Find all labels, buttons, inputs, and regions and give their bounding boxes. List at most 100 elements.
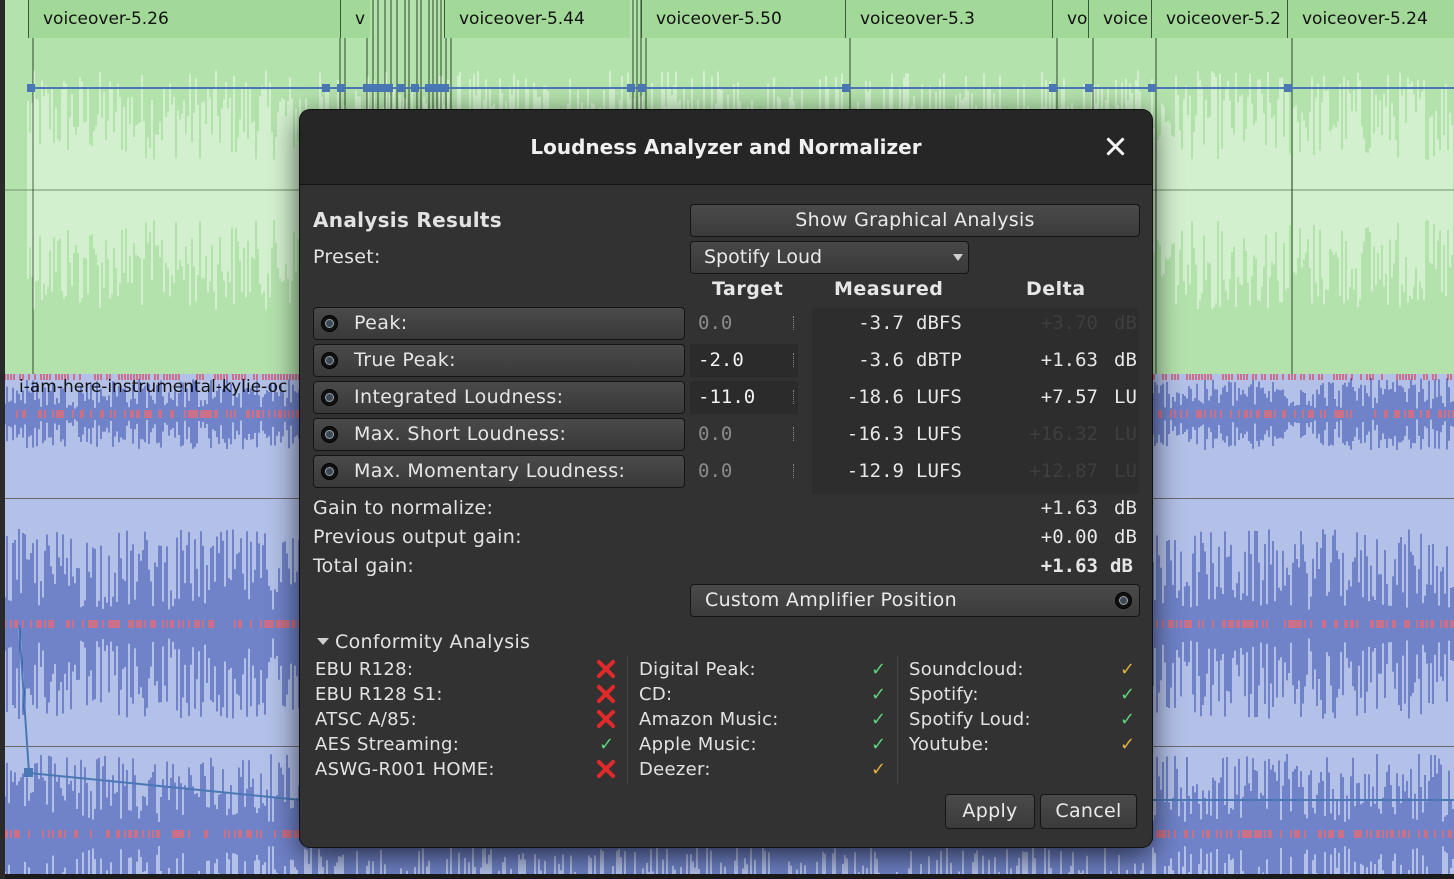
target-value: -2.0	[698, 349, 744, 371]
pass-check-icon: ✓	[599, 734, 615, 755]
spinner-icon[interactable]	[793, 316, 796, 330]
peak-delta-unit: dB	[1114, 312, 1137, 334]
true-peak-delta: +1.63	[1040, 349, 1098, 371]
pass-check-icon: ✓	[871, 709, 887, 730]
conformity-label: CD:	[639, 684, 673, 705]
close-icon[interactable]	[1102, 134, 1128, 160]
integrated-loudness-delta-unit: LU	[1114, 386, 1137, 408]
gain-to-normalize-unit: dB	[1114, 497, 1137, 519]
warn-check-icon: ✓	[871, 759, 887, 780]
max-momentary-loudness-measured: -12.9	[846, 460, 904, 482]
column-separator	[627, 656, 628, 784]
previous-output-gain-unit: dB	[1114, 526, 1137, 548]
max-momentary-loudness-label: Max. Momentary Loudness:	[354, 460, 626, 482]
target-value: -11.0	[698, 386, 756, 408]
max-momentary-loudness-delta: +12.87	[1029, 460, 1098, 482]
peak-label: Peak:	[354, 312, 408, 334]
cancel-button[interactable]: Cancel	[1040, 794, 1137, 829]
target-value: 0.0	[698, 423, 733, 445]
max-momentary-loudness-target-input[interactable]: 0.0	[690, 455, 798, 488]
peak-measured: -3.7	[858, 312, 904, 334]
integrated-loudness-toggle[interactable]: Integrated Loudness:	[313, 381, 685, 414]
max-short-loudness-delta-unit: LU	[1114, 423, 1137, 445]
conformity-label: ATSC A/85:	[315, 709, 417, 730]
fail-icon	[594, 657, 618, 681]
true-peak-delta-unit: dB	[1114, 349, 1137, 371]
integrated-loudness-label: Integrated Loudness:	[354, 386, 564, 408]
preset-value: Spotify Loud	[704, 246, 823, 268]
max-short-loudness-measured: -16.3	[846, 423, 904, 445]
conformity-label: Digital Peak:	[639, 659, 756, 680]
peak-delta: +3.70	[1040, 312, 1098, 334]
measured-column-header: Measured	[834, 278, 944, 300]
led-icon	[321, 426, 338, 443]
led-icon	[1115, 592, 1132, 609]
expander-arrow-icon[interactable]	[317, 638, 329, 645]
spinner-icon[interactable]	[793, 464, 796, 478]
fail-icon	[594, 682, 618, 706]
peak-measured-unit: dBFS	[916, 312, 962, 334]
dialog-titlebar[interactable]: Loudness Analyzer and Normalizer	[300, 110, 1152, 185]
true-peak-toggle[interactable]: True Peak:	[313, 344, 685, 377]
warn-check-icon: ✓	[1120, 659, 1136, 680]
total-gain-unit: dB	[1110, 555, 1133, 577]
fail-icon	[594, 757, 618, 781]
warn-check-icon: ✓	[1120, 734, 1136, 755]
gain-to-normalize-label: Gain to normalize:	[313, 497, 494, 519]
pass-check-icon: ✓	[871, 734, 887, 755]
led-icon	[321, 463, 338, 480]
max-short-loudness-label: Max. Short Loudness:	[354, 423, 567, 445]
conformity-label: Deezer:	[639, 759, 711, 780]
led-icon	[321, 352, 338, 369]
true-peak-target-input[interactable]: -2.0	[690, 344, 798, 377]
target-value: 0.0	[698, 460, 733, 482]
max-momentary-loudness-delta-unit: LU	[1114, 460, 1137, 482]
integrated-loudness-measured: -18.6	[846, 386, 904, 408]
previous-output-gain-label: Previous output gain:	[313, 526, 522, 548]
target-column-header: Target	[712, 278, 784, 300]
preset-label: Preset:	[313, 246, 381, 268]
conformity-label: Apple Music:	[639, 734, 757, 755]
conformity-label: ASWG-R001 HOME:	[315, 759, 495, 780]
target-value: 0.0	[698, 312, 733, 334]
max-short-loudness-measured-unit: LUFS	[916, 423, 962, 445]
conformity-label: EBU R128 S1:	[315, 684, 443, 705]
preset-dropdown[interactable]: Spotify Loud	[690, 241, 969, 274]
max-short-loudness-delta: +16.32	[1029, 423, 1098, 445]
conformity-analysis-heading[interactable]: Conformity Analysis	[335, 631, 530, 653]
loudness-dialog: Loudness Analyzer and Normalizer Analysi…	[300, 110, 1152, 847]
pass-check-icon: ✓	[871, 659, 887, 680]
true-peak-measured: -3.6	[858, 349, 904, 371]
max-momentary-loudness-toggle[interactable]: Max. Momentary Loudness:	[313, 455, 685, 488]
max-short-loudness-target-input[interactable]: 0.0	[690, 418, 798, 451]
custom-amplifier-label: Custom Amplifier Position	[705, 589, 957, 611]
conformity-label: Spotify Loud:	[909, 709, 1031, 730]
integrated-loudness-measured-unit: LUFS	[916, 386, 962, 408]
total-gain-value: +1.63	[1040, 555, 1098, 577]
max-short-loudness-toggle[interactable]: Max. Short Loudness:	[313, 418, 685, 451]
peak-target-input[interactable]: 0.0	[690, 307, 798, 340]
spinner-icon[interactable]	[793, 427, 796, 441]
show-graphical-analysis-button[interactable]: Show Graphical Analysis	[690, 204, 1140, 237]
conformity-label: Youtube:	[909, 734, 990, 755]
peak-toggle[interactable]: Peak:	[313, 307, 685, 340]
custom-amplifier-position-button[interactable]: Custom Amplifier Position	[690, 584, 1140, 617]
fail-icon	[594, 707, 618, 731]
integrated-loudness-target-input[interactable]: -11.0	[690, 381, 798, 414]
pass-check-icon: ✓	[1120, 684, 1136, 705]
spinner-icon[interactable]	[793, 390, 796, 404]
conformity-label: Spotify:	[909, 684, 979, 705]
led-icon	[321, 389, 338, 406]
delta-column-header: Delta	[1026, 278, 1086, 300]
dialog-title: Loudness Analyzer and Normalizer	[530, 135, 922, 159]
true-peak-label: True Peak:	[354, 349, 456, 371]
conformity-label: Soundcloud:	[909, 659, 1024, 680]
max-momentary-loudness-measured-unit: LUFS	[916, 460, 962, 482]
apply-button[interactable]: Apply	[945, 794, 1035, 829]
analysis-results-heading: Analysis Results	[313, 208, 502, 232]
column-separator	[897, 656, 898, 784]
spinner-icon[interactable]	[793, 353, 796, 367]
integrated-loudness-delta: +7.57	[1040, 386, 1098, 408]
previous-output-gain-value: +0.00	[1040, 526, 1098, 548]
conformity-label: Amazon Music:	[639, 709, 779, 730]
